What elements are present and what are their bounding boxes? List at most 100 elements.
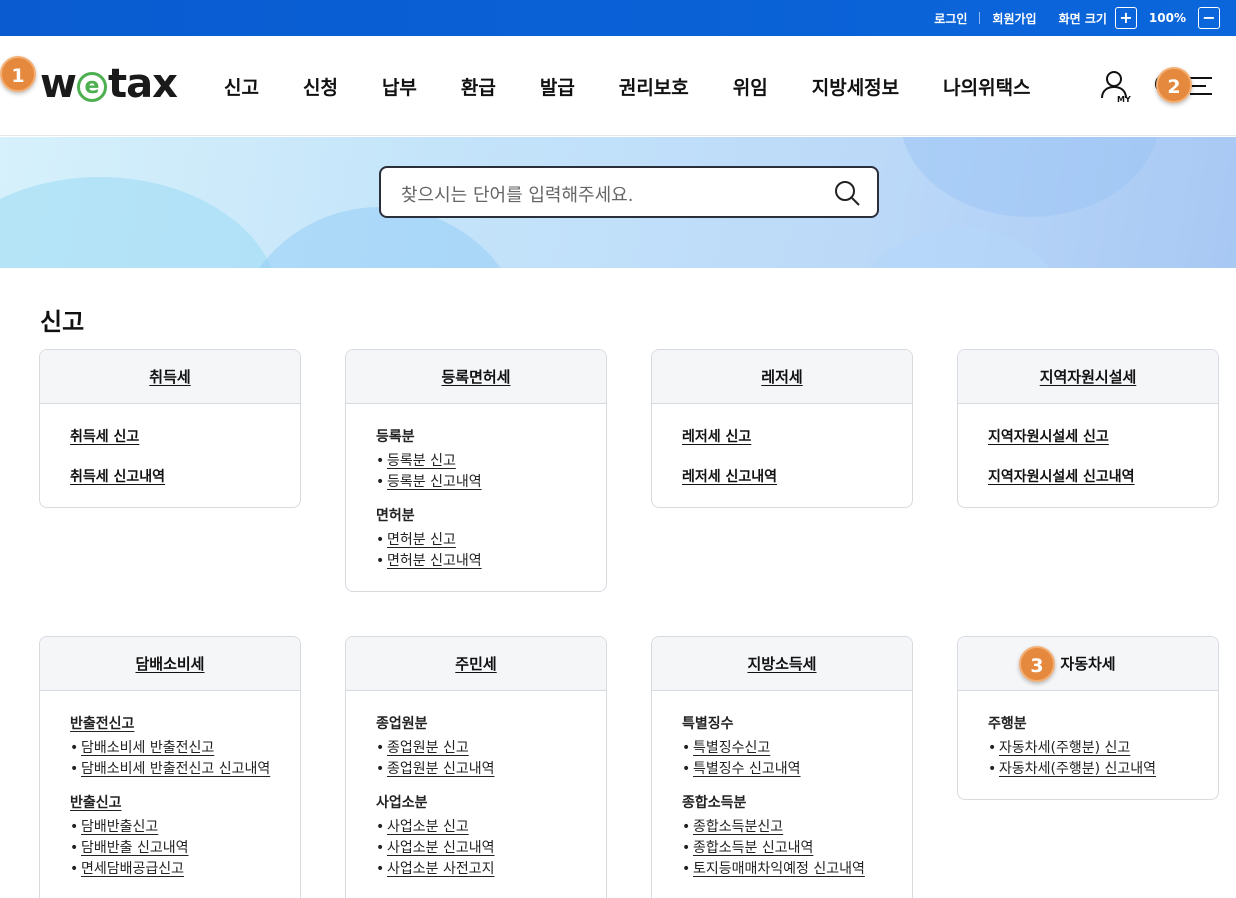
list-item[interactable]: 특별징수 신고내역: [682, 759, 884, 780]
nav-item-refund[interactable]: 환급: [461, 73, 496, 100]
card-link[interactable]: 레저세 신고내역: [682, 466, 884, 486]
list-item-label: 특별징수신고: [693, 740, 771, 756]
card-link[interactable]: 지역자원시설세 신고: [988, 426, 1190, 446]
list-item-label: 자동차세(주행분) 신고내역: [999, 761, 1157, 777]
card-body: 반출전신고 담배소비세 반출전신고 담배소비세 반출전신고 신고내역 반출신고 …: [40, 691, 300, 898]
search-placeholder: 찾으시는 단어를 입력해주세요.: [401, 185, 634, 206]
plus-icon: +: [1119, 8, 1133, 27]
card-resident-tax: 주민세 종업원분 종업원분 신고 종업원분 신고내역 사업소분 사업소분 신고 …: [345, 636, 607, 898]
nav-item-apply[interactable]: 신청: [303, 73, 338, 100]
card-automobile-tax: 자동차세 주행분 자동차세(주행분) 신고 자동차세(주행분) 신고내역: [957, 636, 1219, 800]
card-link[interactable]: 레저세 신고: [682, 426, 884, 446]
card-link[interactable]: 취득세 신고내역: [70, 466, 272, 486]
nav-item-delegation[interactable]: 위임: [733, 73, 768, 100]
logo-letter-e: e: [76, 72, 107, 102]
step-marker-2: 2: [1156, 67, 1192, 103]
list-item[interactable]: 면허분 신고내역: [376, 551, 578, 572]
section-title: 신고: [40, 308, 85, 336]
group-label: 종업원분: [376, 716, 428, 732]
card-link[interactable]: 취득세 신고: [70, 426, 272, 446]
list-item-label: 담배반출신고: [81, 819, 159, 835]
list-item[interactable]: 종합소득분 신고내역: [682, 838, 884, 859]
card-body: 레저세 신고 레저세 신고내역: [652, 404, 912, 507]
list-item-label: 종업원분 신고내역: [387, 761, 495, 777]
zoom-out-button[interactable]: −: [1198, 7, 1220, 29]
list-item-label: 면허분 신고: [387, 532, 456, 548]
list-item[interactable]: 담배반출신고: [70, 817, 272, 838]
card-registration-license-tax: 등록면허세 등록분 등록분 신고 등록분 신고내역 면허분 면허분 신고 면허분…: [345, 349, 607, 592]
list-item-label: 사업소분 신고내역: [387, 840, 495, 856]
nav-item-local-tax-info[interactable]: 지방세정보: [812, 73, 899, 100]
link-list: 특별징수신고 특별징수 신고내역: [682, 738, 884, 780]
list-item[interactable]: 종합소득분신고: [682, 817, 884, 838]
wetax-logo[interactable]: w e tax: [40, 61, 178, 107]
nav-item-issue[interactable]: 발급: [540, 73, 575, 100]
list-item-label: 사업소분 사전고지: [387, 861, 495, 877]
card-title[interactable]: 자동차세: [958, 637, 1218, 691]
card-link[interactable]: 지역자원시설세 신고내역: [988, 466, 1190, 486]
site-header: w e tax 신고 신청 납부 환급 발급 권리보호 위임 지방세정보 나의위택스…: [0, 36, 1236, 136]
card-local-income-tax: 지방소득세 특별징수 특별징수신고 특별징수 신고내역 종합소득분 종합소득분신…: [651, 636, 913, 898]
nav-item-report[interactable]: 신고: [224, 73, 259, 100]
step-marker-1: 1: [0, 56, 36, 92]
group-label[interactable]: 반출신고: [70, 792, 272, 812]
list-item[interactable]: 사업소분 사전고지: [376, 859, 578, 880]
card-title[interactable]: 지역자원시설세: [958, 350, 1218, 404]
card-title[interactable]: 등록면허세: [346, 350, 606, 404]
card-title[interactable]: 취득세: [40, 350, 300, 404]
group-label: 특별징수: [682, 716, 734, 732]
nav-item-pay[interactable]: 납부: [382, 73, 417, 100]
list-item-label: 종합소득분신고: [693, 819, 784, 835]
card-title[interactable]: 주민세: [346, 637, 606, 691]
list-item[interactable]: 자동차세(주행분) 신고내역: [988, 759, 1190, 780]
zoom-value: 100%: [1148, 11, 1186, 25]
list-item[interactable]: 등록분 신고: [376, 451, 578, 472]
list-item[interactable]: 담배소비세 반출전신고: [70, 738, 272, 759]
list-item[interactable]: 등록분 신고내역: [376, 472, 578, 493]
link-list: 등록분 신고 등록분 신고내역: [376, 451, 578, 493]
list-item-label: 특별징수 신고내역: [693, 761, 801, 777]
list-item[interactable]: 면허분 신고: [376, 530, 578, 551]
card-leisure-tax: 레저세 레저세 신고 레저세 신고내역: [651, 349, 913, 508]
zoom-in-button[interactable]: +: [1114, 7, 1137, 29]
signup-link[interactable]: 회원가입: [992, 10, 1036, 27]
list-item[interactable]: 종업원분 신고내역: [376, 759, 578, 780]
list-item-label: 담배소비세 반출전신고: [81, 740, 215, 756]
search-input[interactable]: 찾으시는 단어를 입력해주세요.: [379, 166, 879, 218]
card-title[interactable]: 레저세: [652, 350, 912, 404]
group-label: 등록분: [376, 429, 415, 445]
card-title[interactable]: 지방소득세: [652, 637, 912, 691]
list-item[interactable]: 종업원분 신고: [376, 738, 578, 759]
my-page-icon[interactable]: MY: [1100, 68, 1134, 104]
divider: [979, 12, 981, 24]
link-list: 종업원분 신고 종업원분 신고내역: [376, 738, 578, 780]
card-title[interactable]: 담배소비세: [40, 637, 300, 691]
card-body: 취득세 신고 취득세 신고내역: [40, 404, 300, 507]
group-label[interactable]: 반출전신고: [70, 713, 272, 733]
list-item[interactable]: 담배소비세 반출전신고 신고내역: [70, 759, 272, 780]
nav-item-my-wetax[interactable]: 나의위택스: [943, 73, 1030, 100]
search-banner: 찾으시는 단어를 입력해주세요.: [0, 137, 1236, 268]
login-link[interactable]: 로그인: [934, 10, 967, 27]
list-item[interactable]: 사업소분 신고내역: [376, 838, 578, 859]
link-list: 종합소득분신고 종합소득분 신고내역 토지등매매차익예정 신고내역: [682, 817, 884, 880]
card-body: 지역자원시설세 신고 지역자원시설세 신고내역: [958, 404, 1218, 507]
zoom-label: 화면 크기: [1058, 11, 1107, 26]
list-item[interactable]: 자동차세(주행분) 신고: [988, 738, 1190, 759]
group-label: 종합소득분: [682, 795, 747, 811]
list-item[interactable]: 특별징수신고: [682, 738, 884, 759]
list-item[interactable]: 면세담배공급신고: [70, 859, 272, 880]
search-icon[interactable]: [833, 179, 861, 207]
link-list: 자동차세(주행분) 신고 자동차세(주행분) 신고내역: [988, 738, 1190, 780]
list-item[interactable]: 사업소분 신고: [376, 817, 578, 838]
minus-icon: −: [1202, 8, 1216, 27]
list-item-label: 면세담배공급신고: [81, 861, 185, 877]
list-item[interactable]: 토지등매매차익예정 신고내역: [682, 859, 884, 880]
card-body: 특별징수 특별징수신고 특별징수 신고내역 종합소득분 종합소득분신고 종합소득…: [652, 691, 912, 898]
list-item-label: 면허분 신고내역: [387, 553, 482, 569]
list-item-label: 등록분 신고내역: [387, 474, 482, 490]
link-list: 담배소비세 반출전신고 담배소비세 반출전신고 신고내역: [70, 738, 272, 780]
list-item[interactable]: 담배반출 신고내역: [70, 838, 272, 859]
card-acquisition-tax: 취득세 취득세 신고 취득세 신고내역: [39, 349, 301, 508]
nav-item-rights[interactable]: 권리보호: [619, 73, 689, 100]
